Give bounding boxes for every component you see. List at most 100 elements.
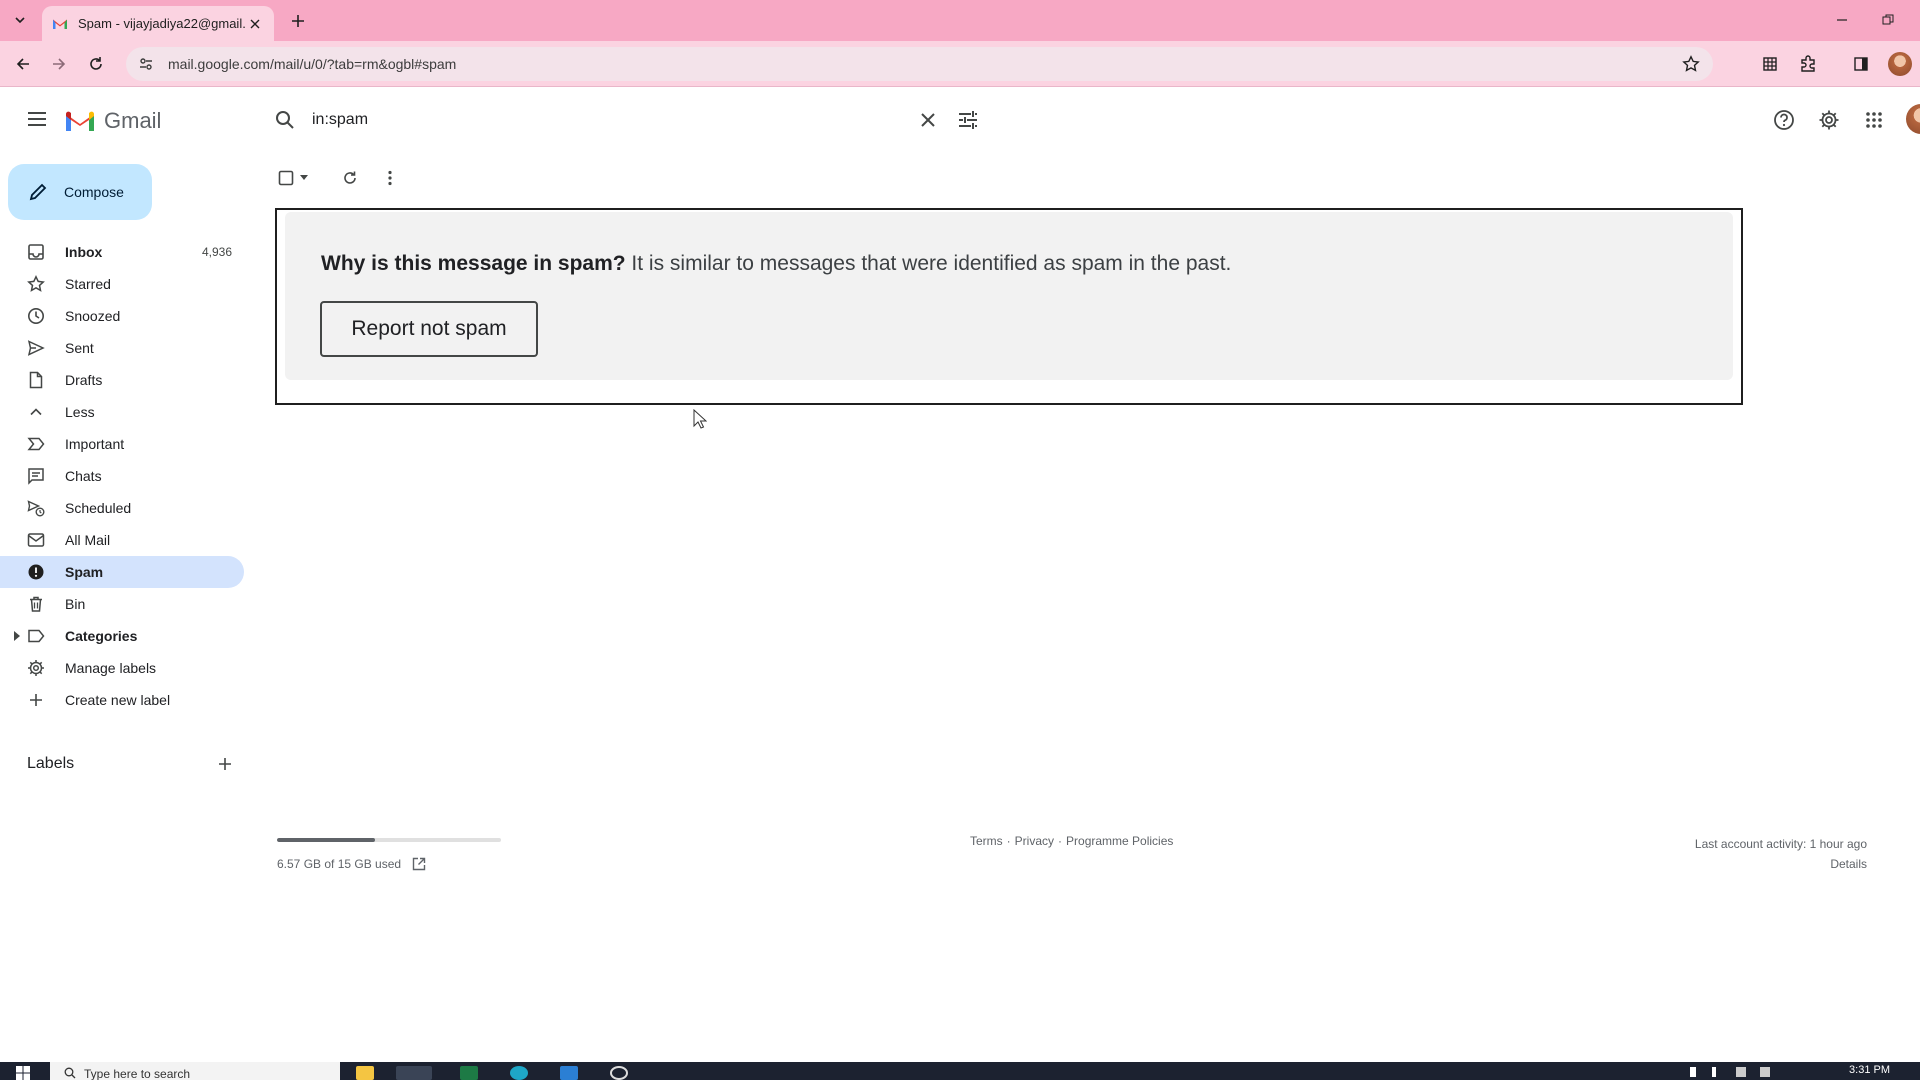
label-icon <box>26 626 46 646</box>
sidebar-nav: Inbox 4,936 Starred Snoozed Sent Drafts … <box>0 236 256 716</box>
select-all-checkbox[interactable] <box>276 166 296 190</box>
add-label-button[interactable] <box>213 752 237 776</box>
checkbox-icon <box>278 170 294 186</box>
terms-link[interactable]: Terms <box>970 834 1003 848</box>
mail-list-toolbar <box>276 166 402 190</box>
more-vert-icon <box>388 170 392 186</box>
sidebar-item-all-mail[interactable]: All Mail <box>0 524 244 556</box>
tune-icon <box>959 111 977 129</box>
address-bar[interactable]: mail.google.com/mail/u/0/?tab=rm&ogbl#sp… <box>126 47 1713 81</box>
taskbar-search-box[interactable]: Type here to search <box>50 1062 340 1080</box>
sidebar-item-sent[interactable]: Sent <box>0 332 244 364</box>
compose-button[interactable]: Compose <box>8 164 152 220</box>
expand-arrow-icon <box>14 631 20 641</box>
tray-show-hidden-icon[interactable] <box>1690 1067 1696 1077</box>
tray-battery-icon[interactable] <box>1712 1067 1716 1077</box>
plus-icon <box>219 758 231 770</box>
report-not-spam-button[interactable]: Report not spam <box>320 301 538 357</box>
support-button[interactable] <box>1768 104 1800 136</box>
sidebar-item-manage-labels[interactable]: Manage labels <box>0 652 244 684</box>
sidebar-item-label: Important <box>65 436 125 452</box>
gmail-favicon-icon <box>53 19 67 29</box>
chevron-down-icon <box>15 17 25 24</box>
refresh-button[interactable] <box>338 166 362 190</box>
sidebar-item-bin[interactable]: Bin <box>0 588 244 620</box>
close-icon <box>921 113 935 127</box>
sidebar-item-snoozed[interactable]: Snoozed <box>0 300 244 332</box>
browser-tab-active[interactable]: Spam - vijayjadiya22@gmail.co <box>42 6 274 41</box>
open-in-new-icon[interactable] <box>411 856 427 872</box>
sidebar-item-drafts[interactable]: Drafts <box>0 364 244 396</box>
sidebar-item-less[interactable]: Less <box>0 396 244 428</box>
clear-search-button[interactable] <box>908 100 948 140</box>
sidebar-item-label: Drafts <box>65 372 103 388</box>
sidebar-item-starred[interactable]: Starred <box>0 268 244 300</box>
sidebar-item-spam[interactable]: Spam <box>0 556 244 588</box>
sidebar-item-create-label[interactable]: Create new label <box>0 684 244 716</box>
file-explorer-taskbar-icon[interactable] <box>356 1066 374 1080</box>
main-menu-button[interactable] <box>20 102 54 136</box>
gmail-logo[interactable]: Gmail <box>64 108 161 134</box>
account-avatar[interactable] <box>1906 104 1920 134</box>
activity-details-link[interactable]: Details <box>1695 854 1867 874</box>
compose-label: Compose <box>64 184 124 200</box>
refresh-icon <box>344 171 356 184</box>
side-panel-icon[interactable] <box>1849 52 1873 76</box>
github-taskbar-icon[interactable] <box>610 1066 628 1080</box>
gear-icon <box>1819 110 1839 130</box>
mouse-cursor-icon <box>693 409 707 429</box>
storage-usage-text: 6.57 GB of 15 GB used <box>277 857 402 871</box>
taskbar-clock[interactable]: 3:31 PM <box>1849 1064 1890 1076</box>
extensions-puzzle-icon[interactable] <box>1796 52 1820 76</box>
reload-button[interactable] <box>83 51 109 77</box>
chevron-up-icon <box>26 402 46 422</box>
browser-profile-avatar[interactable] <box>1888 52 1912 76</box>
tab-close-icon[interactable] <box>246 15 264 33</box>
storage-usage: 6.57 GB of 15 GB used <box>277 856 427 872</box>
tab-search-button[interactable] <box>8 8 32 32</box>
tray-volume-icon[interactable] <box>1760 1067 1770 1077</box>
sidebar-item-important[interactable]: Important <box>0 428 244 460</box>
tray-network-icon[interactable] <box>1736 1067 1746 1077</box>
bookmark-star-icon[interactable] <box>1679 52 1703 76</box>
excel-taskbar-icon[interactable] <box>460 1066 478 1080</box>
vscode-taskbar-icon[interactable] <box>560 1066 578 1080</box>
all-mail-icon <box>26 530 46 550</box>
new-tab-button[interactable] <box>286 9 310 33</box>
sidebar-item-label: All Mail <box>65 532 111 548</box>
sidebar-item-label: Categories <box>65 628 138 644</box>
clock-icon <box>26 306 46 326</box>
restore-button[interactable] <box>1876 8 1900 32</box>
arrow-right-icon <box>53 58 66 70</box>
more-options-button[interactable] <box>378 166 402 190</box>
forward-button[interactable] <box>46 51 72 77</box>
mail-search-bar[interactable]: in:spam <box>268 96 988 144</box>
windows-start-icon[interactable] <box>16 1066 30 1080</box>
sidebar-item-scheduled[interactable]: Scheduled <box>0 492 244 524</box>
sidebar-item-inbox[interactable]: Inbox 4,936 <box>0 236 244 268</box>
site-info-icon[interactable] <box>134 52 158 76</box>
search-options-button[interactable] <box>948 100 988 140</box>
search-icon[interactable] <box>268 103 302 137</box>
storage-usage-fill <box>277 838 376 842</box>
sidebar-item-chats[interactable]: Chats <box>0 460 244 492</box>
chrome-taskbar-icon[interactable] <box>396 1066 432 1080</box>
select-menu-button[interactable] <box>296 166 312 190</box>
footer-separator: · <box>1006 834 1011 848</box>
extension-grid-icon[interactable] <box>1758 52 1782 76</box>
sidebar-item-categories[interactable]: Categories <box>0 620 244 652</box>
search-input[interactable]: in:spam <box>312 111 908 129</box>
privacy-link[interactable]: Privacy <box>1015 834 1054 848</box>
programme-policies-link[interactable]: Programme Policies <box>1066 834 1173 848</box>
account-activity: Last account activity: 1 hour ago Detail… <box>1695 834 1867 874</box>
spam-notice-panel: Why is this message in spam? It is simil… <box>275 208 1743 405</box>
chat-icon <box>26 466 46 486</box>
back-button[interactable] <box>10 51 36 77</box>
spam-reason-explanation: It is similar to messages that were iden… <box>625 252 1232 275</box>
storage-usage-bar <box>277 838 501 842</box>
sidebar-item-label: Chats <box>65 468 102 484</box>
google-apps-button[interactable] <box>1858 104 1890 136</box>
minimize-button[interactable] <box>1830 8 1854 32</box>
settings-button[interactable] <box>1813 104 1845 136</box>
edge-taskbar-icon[interactable] <box>510 1066 528 1080</box>
